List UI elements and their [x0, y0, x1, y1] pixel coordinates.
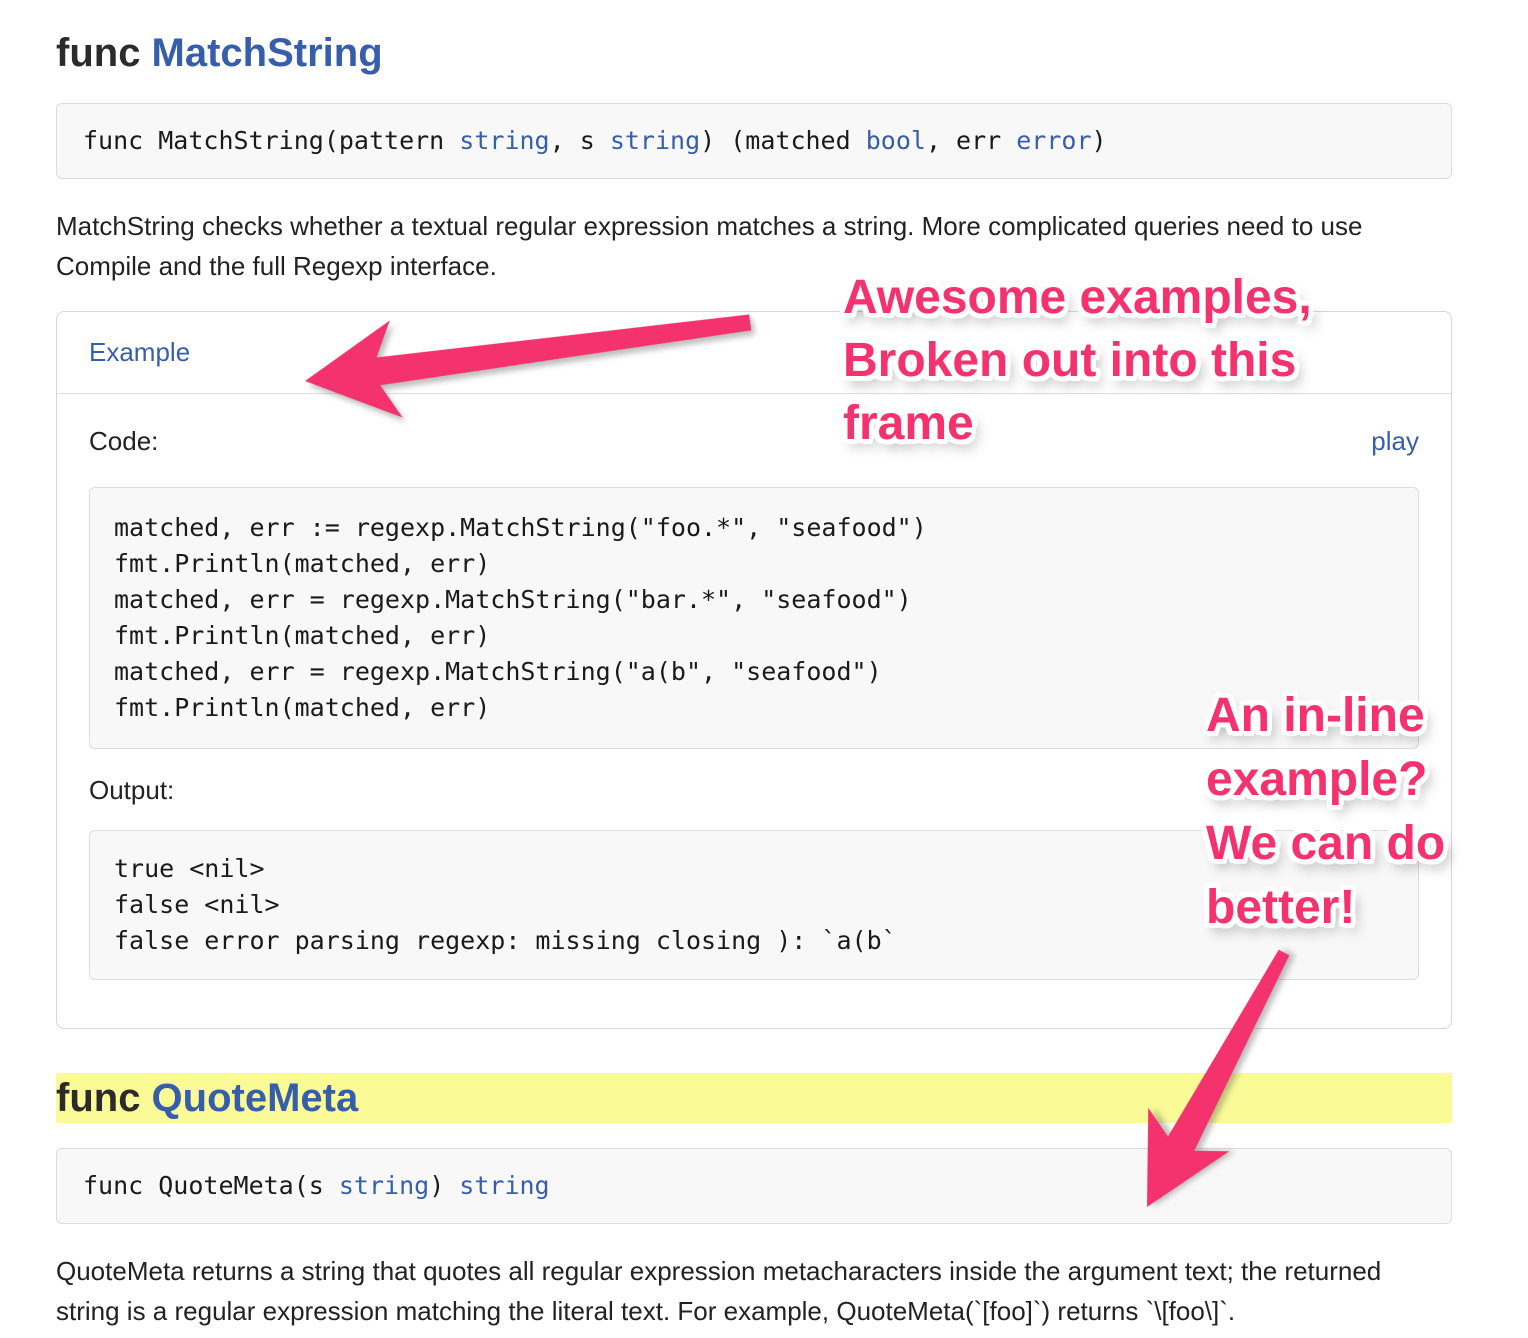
func-keyword: func: [56, 31, 152, 75]
output-line: true <nil>: [114, 851, 1394, 887]
func-keyword: func: [56, 1076, 152, 1120]
signature-text: ): [1092, 126, 1107, 155]
output-line: false <nil>: [114, 887, 1394, 923]
code-line: matched, err := regexp.MatchString("foo.…: [114, 510, 1394, 546]
quotemeta-heading-link[interactable]: QuoteMeta: [152, 1076, 359, 1120]
matchstring-signature: func MatchString(pattern string, s strin…: [56, 103, 1452, 179]
example-toggle-link[interactable]: Example: [89, 337, 190, 367]
signature-text: func QuoteMeta(s: [83, 1171, 339, 1200]
code-line: matched, err = regexp.MatchString("bar.*…: [114, 582, 1394, 618]
matchstring-heading-link[interactable]: MatchString: [152, 31, 383, 75]
annotation-line: better!: [1206, 876, 1445, 940]
annotation-line: Awesome examples,: [843, 266, 1312, 329]
signature-text: ): [429, 1171, 459, 1200]
code-line: fmt.Println(matched, err): [114, 546, 1394, 582]
signature-text: , s: [550, 126, 610, 155]
signature-text: ) (matched: [700, 126, 866, 155]
annotation-line: Broken out into this: [843, 329, 1312, 392]
type-link-bool[interactable]: bool: [866, 126, 926, 155]
type-link-error[interactable]: error: [1016, 126, 1091, 155]
matchstring-heading: func MatchString: [56, 28, 1452, 78]
doc-content: func MatchString func MatchString(patter…: [56, 28, 1452, 1331]
code-label: Code:: [89, 426, 158, 457]
annotation-line: An in-line: [1206, 684, 1445, 748]
annotation-text-inline-example: An in-line example? We can do better!: [1206, 684, 1445, 940]
quotemeta-signature: func QuoteMeta(s string) string: [56, 1148, 1452, 1224]
type-link-string[interactable]: string: [459, 1171, 549, 1200]
type-link-string[interactable]: string: [339, 1171, 429, 1200]
signature-text: func MatchString(pattern: [83, 126, 459, 155]
code-line: matched, err = regexp.MatchString("a(b",…: [114, 654, 1394, 690]
annotation-line: frame: [843, 392, 1312, 455]
code-line: fmt.Println(matched, err): [114, 618, 1394, 654]
code-line: fmt.Println(matched, err): [114, 690, 1394, 726]
annotation-text-awesome-examples: Awesome examples, Broken out into this f…: [843, 266, 1312, 455]
quotemeta-description: QuoteMeta returns a string that quotes a…: [56, 1251, 1452, 1331]
play-link[interactable]: play: [1371, 426, 1419, 457]
type-link-string[interactable]: string: [459, 126, 549, 155]
quotemeta-section: func QuoteMeta func QuoteMeta(s string) …: [56, 1073, 1452, 1331]
type-link-string[interactable]: string: [610, 126, 700, 155]
godoc-regexp-page: func MatchString func MatchString(patter…: [0, 0, 1528, 1338]
output-line: false error parsing regexp: missing clos…: [114, 923, 1394, 959]
signature-text: , err: [926, 126, 1016, 155]
annotation-line: example?: [1206, 748, 1445, 812]
quotemeta-heading: func QuoteMeta: [56, 1073, 1452, 1123]
annotation-line: We can do: [1206, 812, 1445, 876]
